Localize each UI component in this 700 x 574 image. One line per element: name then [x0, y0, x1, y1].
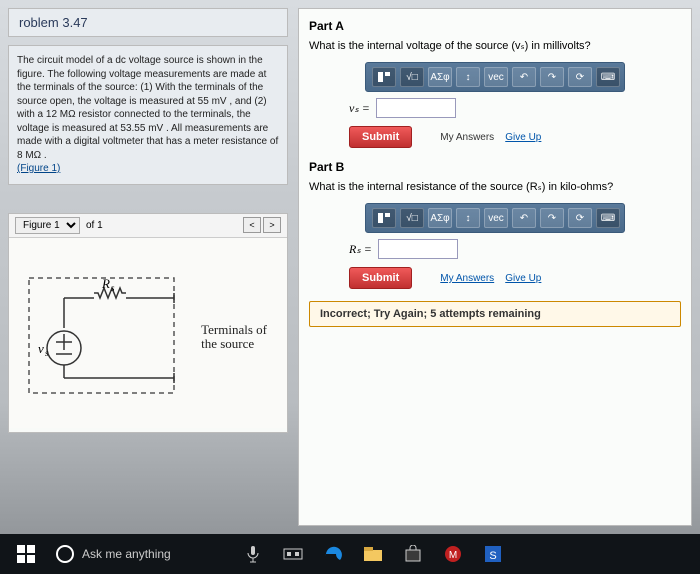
part-b-question: What is the internal resistance of the s…: [309, 180, 681, 193]
sqrt-icon[interactable]: √□: [400, 208, 424, 228]
keyboard-icon[interactable]: ⌨: [596, 67, 620, 87]
updown-icon[interactable]: ↕: [456, 67, 480, 87]
part-a-label: Part A: [309, 19, 681, 33]
figure-link[interactable]: (Figure 1): [17, 163, 60, 174]
vec-button[interactable]: vec: [484, 208, 508, 228]
svg-text:s: s: [111, 283, 115, 293]
feedback-text: Incorrect; Try Again; 5 attempts remaini…: [320, 308, 541, 320]
part-a-links: My Answers Give Up: [432, 131, 541, 143]
redo-icon[interactable]: ↷: [540, 67, 564, 87]
reset-icon[interactable]: ⟳: [568, 67, 592, 87]
part-a-question: What is the internal voltage of the sour…: [309, 39, 681, 52]
figure-of-text: of 1: [86, 220, 103, 231]
app2-icon[interactable]: S: [476, 537, 510, 571]
template-icon[interactable]: [372, 208, 396, 228]
vec-button[interactable]: vec: [484, 67, 508, 87]
part-b-toolbar: √□ ΑΣφ ↕ vec ↶ ↷ ⟳ ⌨: [365, 203, 625, 233]
sigma-button[interactable]: ΑΣφ: [428, 208, 452, 228]
figure-next-button[interactable]: >: [263, 217, 281, 233]
description-text: The circuit model of a dc voltage source…: [17, 55, 278, 161]
edge-icon[interactable]: [316, 537, 350, 571]
taskview-icon[interactable]: [276, 537, 310, 571]
svg-text:R: R: [101, 276, 110, 291]
part-a-myanswers-text: My Answers: [440, 132, 494, 143]
app-icon[interactable]: M: [436, 537, 470, 571]
start-button[interactable]: [8, 536, 44, 572]
figure-panel: Figure 1 of 1 < > R s: [8, 213, 288, 433]
part-b-var: Rₛ =: [349, 242, 372, 257]
cortana-text: Ask me anything: [82, 547, 171, 561]
keyboard-icon[interactable]: ⌨: [596, 208, 620, 228]
svg-text:M: M: [449, 550, 457, 561]
part-b-submit-button[interactable]: Submit: [349, 267, 412, 289]
problem-header: roblem 3.47: [8, 8, 288, 37]
mic-icon[interactable]: [236, 537, 270, 571]
svg-text:S: S: [489, 550, 496, 562]
reset-icon[interactable]: ⟳: [568, 208, 592, 228]
explorer-icon[interactable]: [356, 537, 390, 571]
part-b-feedback: Incorrect; Try Again; 5 attempts remaini…: [309, 301, 681, 327]
part-a-var: vₛ =: [349, 101, 370, 116]
part-a-toolbar: √□ ΑΣφ ↕ vec ↶ ↷ ⟳ ⌨: [365, 62, 625, 92]
part-a-submit-row: Submit My Answers Give Up: [309, 126, 681, 148]
part-a-giveup-link[interactable]: Give Up: [505, 132, 541, 143]
sigma-button[interactable]: ΑΣφ: [428, 67, 452, 87]
sqrt-icon[interactable]: √□: [400, 67, 424, 87]
figure-header: Figure 1 of 1 < >: [9, 214, 287, 238]
updown-icon[interactable]: ↕: [456, 208, 480, 228]
part-a-input[interactable]: [376, 98, 456, 118]
redo-icon[interactable]: ↷: [540, 208, 564, 228]
part-b-links: My Answers Give Up: [432, 272, 541, 284]
problem-description: The circuit model of a dc voltage source…: [8, 45, 288, 185]
figure-pager: < >: [243, 217, 281, 233]
part-b-label: Part B: [309, 160, 681, 174]
part-b-answer-row: Rₛ =: [309, 239, 681, 259]
part-b-submit-row: Submit My Answers Give Up: [309, 267, 681, 289]
part-b-myanswers-link[interactable]: My Answers: [440, 273, 494, 284]
figure-body: R s v s Terminals ofthe source: [9, 238, 287, 428]
undo-icon[interactable]: ↶: [512, 67, 536, 87]
figure-select[interactable]: Figure 1: [15, 217, 80, 234]
store-icon[interactable]: [396, 537, 430, 571]
answer-panel: Part A What is the internal voltage of t…: [298, 8, 692, 526]
svg-text:v: v: [38, 341, 44, 356]
part-a-submit-button[interactable]: Submit: [349, 126, 412, 148]
svg-text:s: s: [45, 348, 49, 358]
figure-prev-button[interactable]: <: [243, 217, 261, 233]
undo-icon[interactable]: ↶: [512, 208, 536, 228]
cortana-icon: [56, 545, 74, 563]
terminals-label: Terminals ofthe source: [201, 323, 267, 352]
template-icon[interactable]: [372, 67, 396, 87]
windows-taskbar: Ask me anything M S: [0, 534, 700, 574]
part-b-input[interactable]: [378, 239, 458, 259]
windows-icon: [17, 545, 35, 563]
part-b-giveup-link[interactable]: Give Up: [505, 273, 541, 284]
circuit-diagram: R s v s: [19, 253, 189, 413]
cortana-search[interactable]: Ask me anything: [50, 537, 230, 571]
part-a-answer-row: vₛ =: [309, 98, 681, 118]
